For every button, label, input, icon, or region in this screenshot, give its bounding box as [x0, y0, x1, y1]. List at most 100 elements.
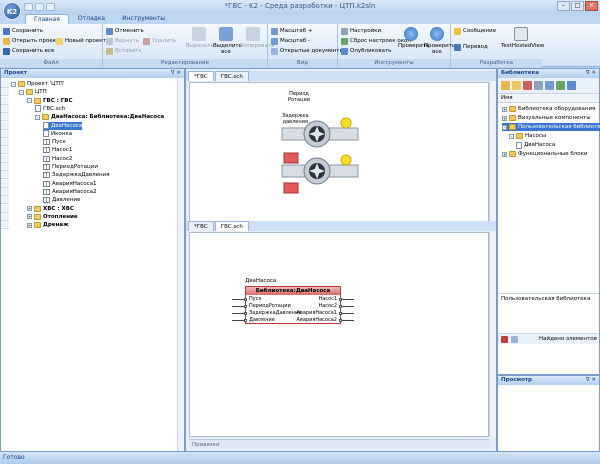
tab-gvs[interactable]: *ГВС — [188, 71, 214, 81]
panel-close-icon[interactable]: ᐁ ✕ — [586, 69, 596, 78]
message-button[interactable]: Сообщение — [454, 26, 496, 36]
check-all-button[interactable]: Проверить все — [424, 27, 455, 55]
save-button[interactable]: Сохранить — [3, 26, 59, 36]
tab-debug[interactable]: Отладка — [70, 14, 113, 24]
row-gutter — [1, 179, 9, 188]
close-button[interactable]: ✕ — [585, 1, 598, 11]
library-node[interactable]: - Насосы — [509, 132, 546, 140]
tab-home[interactable]: Главная — [25, 14, 69, 24]
zoom-in-button[interactable]: Масштаб + — [271, 26, 344, 36]
collapse-icon[interactable]: - — [35, 114, 40, 120]
copy-button[interactable]: Копировать — [240, 27, 274, 49]
delete-icon[interactable] — [523, 81, 532, 90]
new-folder-icon[interactable] — [512, 81, 521, 90]
collapse-icon[interactable]: - — [27, 98, 32, 104]
app-logo-icon[interactable]: K2 — [3, 2, 21, 20]
refresh-icon[interactable] — [556, 81, 565, 90]
expand-icon[interactable]: + — [27, 222, 32, 228]
select-all-icon — [219, 27, 233, 41]
undo-button[interactable]: Отменить — [106, 26, 144, 36]
tab-gvs-sch[interactable]: ГВС.sch — [214, 221, 249, 231]
search-icon[interactable] — [545, 81, 554, 90]
cut-button[interactable]: Вырезать — [186, 27, 214, 49]
vertical-scrollbar[interactable] — [489, 232, 496, 437]
paste-icon — [106, 47, 113, 55]
expand-icon[interactable]: + — [502, 106, 507, 112]
icon-canvas[interactable]: Период Ротации Задержка давления — [189, 82, 489, 222]
tab-tools[interactable]: Инструменты — [114, 14, 173, 24]
redo-button[interactable]: Вернуть — [106, 36, 144, 46]
expand-icon[interactable]: + — [502, 115, 507, 121]
tree-node[interactable]: Насос1 — [43, 146, 72, 154]
collapse-icon[interactable]: - — [11, 81, 16, 87]
output-port-icon[interactable] — [339, 319, 342, 322]
function-block[interactable]: Библиотека:ДваНасоса Пуск ПериодРотации За… — [232, 286, 354, 324]
tree-node[interactable]: - ЦТП — [19, 88, 47, 96]
expand-icon[interactable]: + — [502, 151, 507, 157]
library-node[interactable]: ДваНасоса — [516, 141, 555, 149]
tree-node[interactable]: АварияНасоса1 — [43, 180, 97, 188]
tree-node[interactable]: Иконка — [43, 130, 72, 138]
library-node[interactable]: + Функциональные блоки — [502, 150, 588, 158]
vertical-scrollbar[interactable] — [489, 82, 496, 222]
save-all-button[interactable]: Сохранить все — [3, 46, 59, 56]
check-button[interactable]: Проверить — [398, 27, 429, 49]
test-hosted-view-button[interactable]: TestHostedView — [501, 27, 544, 49]
tree-node[interactable]: ПериодРотации — [43, 163, 98, 171]
tree-node[interactable]: Насос2 — [43, 155, 72, 163]
column-header[interactable]: Имя — [498, 94, 599, 103]
output-port-icon[interactable] — [339, 305, 342, 308]
library-node[interactable]: - Пользовательская библиотека — [502, 123, 600, 131]
vertical-scrollbar[interactable] — [177, 78, 184, 451]
expand-icon[interactable]: + — [27, 214, 32, 220]
input-port-icon[interactable] — [244, 305, 247, 308]
tab-gvs[interactable]: *ГВС — [188, 221, 214, 231]
open-project-button[interactable]: Открыть проект — [3, 36, 59, 46]
tree-node[interactable]: АварияНасоса2 — [43, 188, 97, 196]
bindings-bar[interactable]: Привязки — [189, 439, 489, 449]
library-node-label: Визуальные компоненты — [518, 115, 591, 121]
select-all-button[interactable]: Выделить все — [213, 27, 242, 55]
open-documents-button[interactable]: Открытые документы — [271, 46, 344, 56]
library-node[interactable]: + Библиотека оборудования — [502, 105, 595, 113]
collapse-icon[interactable]: - — [19, 89, 24, 95]
tree-node[interactable]: + Дренаж — [27, 221, 69, 229]
paste-button[interactable]: Вставить — [106, 46, 144, 56]
collapse-icon[interactable]: - — [502, 124, 507, 130]
tree-node[interactable]: - Проект 'ЦТП' — [11, 80, 64, 88]
tree-node[interactable]: + Отопление — [27, 213, 78, 221]
folder-icon[interactable] — [501, 81, 510, 90]
input-port-icon[interactable] — [244, 298, 247, 301]
input-port-icon[interactable] — [244, 319, 247, 322]
collapse-icon[interactable]: - — [509, 133, 514, 139]
panel-close-icon[interactable]: ᐁ ✕ — [586, 376, 596, 385]
tree-node[interactable]: - ДваНасоса: Библиотека:ДваНасоса — [35, 113, 164, 121]
tree-node[interactable]: ДваНасоса — [43, 121, 83, 130]
pin-icon[interactable] — [501, 335, 508, 343]
tree-node[interactable]: ГВС.sch — [35, 105, 65, 113]
new-project-button[interactable]: Новый проект — [56, 36, 106, 46]
schema-canvas[interactable]: ДваНасоса Библиотека:ДваНасоса Пуск Перио… — [189, 232, 489, 437]
maximize-button[interactable]: □ — [571, 1, 584, 11]
row-gutter — [1, 129, 9, 138]
delete-button[interactable]: Удалить — [143, 36, 176, 46]
input-port-icon[interactable] — [244, 312, 247, 315]
arrow-icon[interactable] — [511, 335, 518, 343]
panel-close-icon[interactable]: ᐁ ✕ — [171, 69, 181, 78]
tree-node[interactable]: Пуск — [43, 138, 66, 146]
check-icon — [404, 27, 418, 41]
minimize-button[interactable]: – — [557, 1, 570, 11]
library-node[interactable]: + Визуальные компоненты — [502, 114, 591, 122]
translate-button[interactable]: Перевод — [454, 42, 496, 52]
tree-node[interactable]: + ХВС : ХВС — [27, 205, 74, 213]
zoom-out-button[interactable]: Масштаб - — [271, 36, 344, 46]
filter-icon[interactable] — [534, 81, 543, 90]
tree-node[interactable]: Давление — [43, 196, 80, 204]
tree-node[interactable]: ЗадержкаДавления — [43, 171, 110, 179]
settings-icon[interactable] — [567, 81, 576, 90]
output-port-icon[interactable] — [339, 312, 342, 315]
output-port-icon[interactable] — [339, 298, 342, 301]
tree-node[interactable]: - ГВС : ГВС — [27, 97, 73, 105]
tab-gvs-sch[interactable]: ГВС.sch — [214, 71, 249, 81]
expand-icon[interactable]: + — [27, 206, 32, 211]
